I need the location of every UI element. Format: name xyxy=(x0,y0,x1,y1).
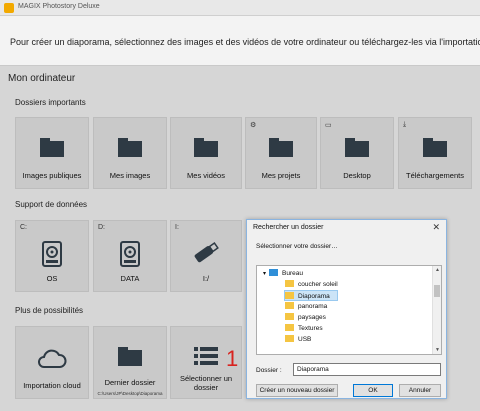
folder-icon xyxy=(285,302,294,309)
drive-letter: I: xyxy=(175,224,179,231)
window-title: MAGIX Photostory Deluxe xyxy=(18,3,100,10)
tile-label: Mes projets xyxy=(261,171,301,180)
tree-item-textures[interactable]: Textures xyxy=(285,323,323,334)
folder-icon xyxy=(285,292,294,299)
folder-icon xyxy=(40,138,64,157)
tile-label: Téléchargements xyxy=(406,171,464,180)
folder-icon xyxy=(285,335,294,342)
last-folder-path: C:\Users\JP\Desktop\Diaporama xyxy=(97,391,163,396)
folder-tree[interactable]: ▾ Bureau coucher soleil Diaporama panoram… xyxy=(256,265,442,355)
tile-label: I:/ xyxy=(202,274,210,283)
folder-field-label: Dossier : xyxy=(256,367,282,374)
tree-item-label: panorama xyxy=(298,303,328,310)
folder-icon xyxy=(194,138,218,157)
annotation-marker-1: 1 xyxy=(226,346,239,371)
tree-item-coucher-soleil[interactable]: coucher soleil xyxy=(285,279,338,290)
tree-item-label: coucher soleil xyxy=(298,281,338,288)
tree-item-diaporama[interactable]: Diaporama xyxy=(284,290,338,301)
page-title: Mon ordinateur xyxy=(8,73,76,84)
download-corner-icon: ⤓ xyxy=(403,121,407,128)
tile-label: Sélectionner un dossier xyxy=(179,374,233,392)
tree-item-panorama[interactable]: panorama xyxy=(285,301,327,312)
tile-last-folder[interactable]: Dernier dossier C:\Users\JP\Desktop\Diap… xyxy=(93,326,167,399)
tree-item-paysages[interactable]: paysages xyxy=(285,312,326,323)
folder-icon xyxy=(285,324,294,331)
tree-scrollbar[interactable]: ▲ ▼ xyxy=(432,266,441,354)
folder-icon xyxy=(285,280,294,287)
section-title-more: Plus de possibilités xyxy=(15,306,84,315)
folder-icon xyxy=(118,347,142,366)
section-title-important-folders: Dossiers importants xyxy=(15,98,86,107)
tile-label: Images publiques xyxy=(22,171,82,180)
new-folder-button[interactable]: Créer un nouveau dossier xyxy=(256,384,338,397)
tile-label: Mes vidéos xyxy=(187,171,225,180)
tile-drive-os[interactable]: C: OS xyxy=(15,220,89,292)
app-logo-icon xyxy=(4,3,14,13)
tile-desktop[interactable]: ▭ Desktop xyxy=(320,117,394,189)
drive-letter: C: xyxy=(20,224,27,231)
settings-corner-icon: ⚙ xyxy=(250,122,257,129)
instruction-text: Pour créer un diaporama, sélectionnez de… xyxy=(10,37,480,47)
tree-item-label: Bureau xyxy=(282,270,303,277)
list-icon xyxy=(194,347,218,365)
tile-label: Mes images xyxy=(109,171,151,180)
close-icon[interactable]: ✕ xyxy=(432,222,440,233)
ok-button[interactable]: OK xyxy=(353,384,393,397)
tile-label: DATA xyxy=(120,274,140,283)
folder-icon xyxy=(345,138,369,157)
folder-icon xyxy=(269,138,293,157)
browse-folder-dialog: Rechercher un dossier ✕ Sélectionner vot… xyxy=(246,219,447,399)
hard-drive-icon xyxy=(42,241,62,267)
tile-drive-data[interactable]: D: DATA xyxy=(93,220,167,292)
folder-name-input[interactable]: Diaporama xyxy=(293,363,441,376)
folder-icon xyxy=(423,138,447,157)
dialog-prompt: Sélectionner votre dossier… xyxy=(256,243,338,250)
tile-label: Desktop xyxy=(343,171,371,180)
tile-label: Dernier dossier xyxy=(104,378,156,387)
tile-drive-usb[interactable]: I: I:/ xyxy=(170,220,242,292)
tree-item-bureau[interactable]: ▾ Bureau xyxy=(263,268,303,279)
desktop-folder-icon xyxy=(269,269,279,276)
tree-item-label: USB xyxy=(298,336,312,343)
title-bar: MAGIX Photostory Deluxe xyxy=(0,0,480,16)
tile-telechargements[interactable]: ⤓ Téléchargements xyxy=(398,117,472,189)
folder-icon xyxy=(285,313,294,320)
tree-item-label: Diaporama xyxy=(298,293,330,300)
scroll-down-icon[interactable]: ▼ xyxy=(435,347,440,353)
scrollbar-thumb[interactable] xyxy=(434,285,440,297)
hard-drive-icon xyxy=(120,241,140,267)
section-title-storage: Support de données xyxy=(15,200,88,209)
tree-item-label: paysages xyxy=(298,314,326,321)
dialog-title: Rechercher un dossier xyxy=(253,224,324,231)
cloud-icon xyxy=(38,349,67,368)
usb-drive-icon xyxy=(194,242,219,263)
tile-mes-images[interactable]: Mes images xyxy=(93,117,167,189)
instruction-banner: Pour créer un diaporama, sélectionnez de… xyxy=(0,16,480,66)
drive-letter: D: xyxy=(98,224,105,231)
tree-item-usb[interactable]: USB xyxy=(285,334,311,345)
scroll-up-icon[interactable]: ▲ xyxy=(435,267,440,273)
tile-mes-projets[interactable]: ⚙ Mes projets xyxy=(245,117,317,189)
monitor-corner-icon: ▭ xyxy=(325,122,332,129)
tree-item-label: Textures xyxy=(298,325,323,332)
tile-label: Importation cloud xyxy=(23,381,81,390)
tile-label: OS xyxy=(46,274,58,283)
chevron-down-icon[interactable]: ▾ xyxy=(263,271,266,277)
cancel-button[interactable]: Annuler xyxy=(399,384,441,397)
tile-cloud-import[interactable]: Importation cloud xyxy=(15,326,89,399)
tile-images-publiques[interactable]: Images publiques xyxy=(15,117,89,189)
folder-icon xyxy=(118,138,142,157)
tile-mes-videos[interactable]: Mes vidéos xyxy=(170,117,242,189)
